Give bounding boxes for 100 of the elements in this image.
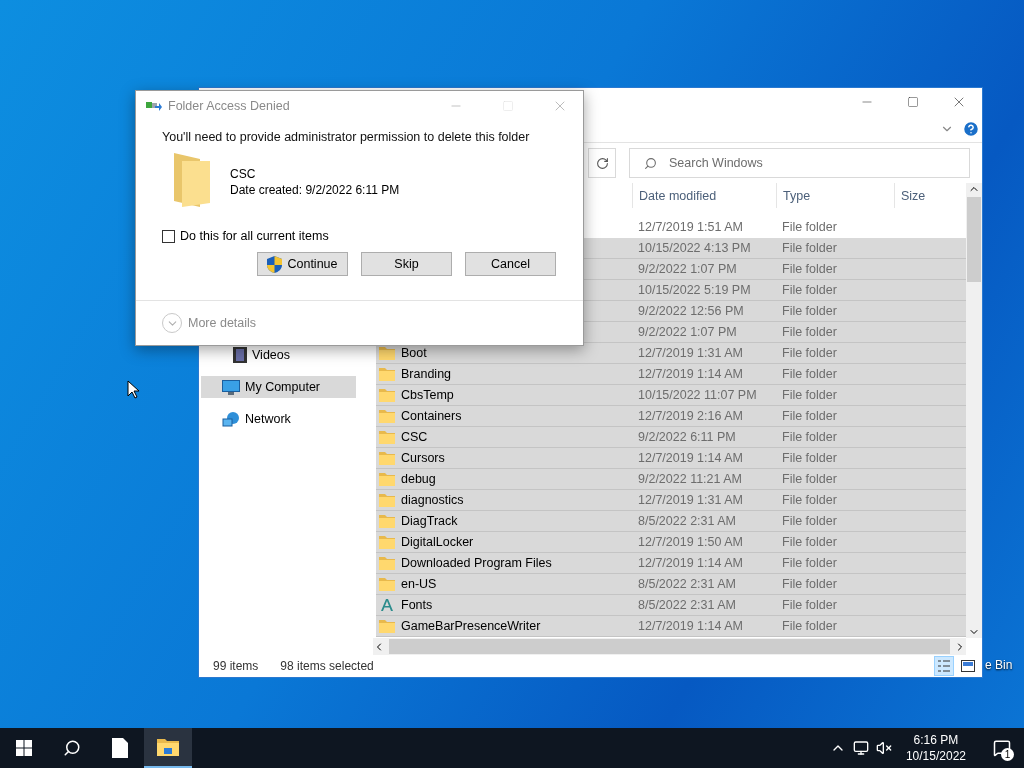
cursor-icon [127, 380, 139, 399]
file-row[interactable]: Containers 12/7/2019 2:16 AM File folder [376, 406, 966, 427]
type-cell-text: File folder [782, 241, 838, 255]
dialog-button[interactable]: Cancel [465, 252, 556, 276]
file-row[interactable]: debug 9/2/2022 11:21 AM File folder [376, 469, 966, 490]
horizontal-scrollbar[interactable] [373, 638, 966, 655]
type-cell-text: File folder [782, 514, 838, 528]
file-row[interactable]: GameBarPresenceWriter 12/7/2019 1:14 AM File folder [376, 616, 966, 637]
type-cell-text: File folder [782, 493, 838, 507]
notification-count: 1 [1001, 748, 1014, 761]
help-icon[interactable] [962, 120, 980, 138]
vertical-scrollbar[interactable] [966, 183, 982, 638]
folder-icon [379, 346, 395, 360]
file-row[interactable]: en-US 8/5/2022 2:31 AM File folder [376, 574, 966, 595]
file-row[interactable]: DiagTrack 8/5/2022 2:31 AM File folder [376, 511, 966, 532]
date-cell-text: 10/15/2022 5:19 PM [638, 283, 752, 297]
type-cell-text: File folder [782, 262, 838, 276]
file-name: Branding [401, 367, 452, 381]
file-name: Fonts [401, 598, 433, 612]
file-name: DigitalLocker [401, 535, 474, 549]
refresh-icon [595, 156, 609, 170]
type-cell-text: File folder [782, 619, 838, 633]
type-cell-text: File folder [782, 556, 838, 570]
file-row[interactable]: Downloaded Program Files 12/7/2019 1:14 AM File folder [376, 553, 966, 574]
selection-count: 98 items selected [280, 659, 374, 673]
file-row[interactable]: DigitalLocker 12/7/2019 1:50 AM File folder [376, 532, 966, 553]
date-cell-text: 9/2/2022 6:11 PM [638, 430, 737, 444]
folder-icon [379, 514, 395, 528]
refresh-button[interactable] [588, 148, 616, 178]
folder-icon [379, 472, 395, 486]
nav-item[interactable]: My Computer [201, 376, 356, 398]
file-name: Boot [401, 346, 427, 360]
date-cell-text: 9/2/2022 1:07 PM [638, 325, 738, 339]
dialog-button[interactable]: Skip [361, 252, 452, 276]
file-row[interactable]: Branding 12/7/2019 1:14 AM File folder [376, 364, 966, 385]
file-row[interactable]: CSC 9/2/2022 6:11 PM File folder [376, 427, 966, 448]
type-cell-text: File folder [782, 577, 838, 591]
dialog-button[interactable]: Continue [257, 252, 348, 276]
type-cell-text: File folder [782, 451, 838, 465]
file-name: diagnostics [401, 493, 464, 507]
dialog-title: Folder Access Denied [168, 99, 291, 113]
file-explorer-taskbar-icon[interactable] [144, 728, 192, 768]
folder-icon [379, 619, 395, 633]
date-cell-text: 12/7/2019 1:14 AM [638, 367, 744, 381]
file-name: GameBarPresenceWriter [401, 619, 541, 633]
date-cell-text: 12/7/2019 1:51 AM [638, 220, 744, 234]
file-name: DiagTrack [401, 514, 458, 528]
scrollbar-thumb[interactable] [967, 197, 981, 282]
date-cell-text: 12/7/2019 1:14 AM [638, 556, 744, 570]
file-row[interactable]: Fonts 8/5/2022 2:31 AM File folder [376, 595, 966, 616]
file-row[interactable]: CbsTemp 10/15/2022 11:07 PM File folder [376, 385, 966, 406]
scrollbar-thumb[interactable] [389, 639, 950, 654]
type-cell-text: File folder [782, 346, 838, 360]
type-cell-text: File folder [782, 325, 838, 339]
type-cell-text: File folder [782, 220, 838, 234]
date-cell-text: 8/5/2022 2:31 AM [638, 577, 737, 591]
folder-icon [379, 409, 395, 423]
file-row[interactable]: Boot 12/7/2019 1:31 AM File folder [376, 343, 966, 364]
nav-label: Network [245, 412, 291, 426]
date-cell-text: 12/7/2019 2:16 AM [638, 409, 744, 423]
font-icon [379, 598, 395, 612]
file-row[interactable]: Cursors 12/7/2019 1:14 AM File folder [376, 448, 966, 469]
file-name: Downloaded Program Files [401, 556, 552, 570]
checkbox[interactable] [162, 229, 175, 243]
date-cell-text: 8/5/2022 2:31 AM [638, 514, 737, 528]
windows-logo-icon [16, 740, 32, 756]
nav-label: Videos [252, 348, 290, 362]
folder-icon [172, 151, 212, 209]
notifications-button[interactable]: 1 [980, 728, 1024, 768]
type-cell-text: File folder [782, 367, 838, 381]
clock[interactable]: 6:16 PM 10/15/2022 [895, 732, 980, 764]
search-icon [63, 739, 81, 757]
type-cell-text: File folder [782, 409, 838, 423]
date: 10/15/2022 [905, 748, 966, 764]
column-header[interactable]: Date modified [632, 183, 776, 208]
monitor-icon [222, 379, 240, 395]
time: 6:16 PM [913, 732, 959, 748]
more-details-link[interactable]: More details [188, 316, 257, 330]
dialog-message: You'll need to provide administrator permission to delete this folder [162, 130, 531, 144]
folder-icon [379, 451, 395, 465]
nav-label: My Computer [245, 380, 321, 394]
shield-icon [267, 255, 283, 273]
date-cell-text: 12/7/2019 1:50 AM [638, 535, 744, 549]
date-cell-text: 9/2/2022 12:56 PM [638, 304, 745, 318]
date-cell-text: 12/7/2019 1:31 AM [638, 346, 744, 360]
folder-icon [379, 388, 395, 402]
file-name: CbsTemp [401, 388, 454, 402]
date-cell-text: 8/5/2022 2:31 AM [638, 598, 737, 612]
nav-item[interactable]: Videos [201, 344, 356, 366]
column-header[interactable]: Type [776, 183, 894, 208]
search-field[interactable]: Search Windows [629, 148, 970, 178]
type-cell-text: File folder [782, 388, 838, 402]
checkbox-label: Do this for all current items [180, 229, 329, 243]
date-cell-text: 9/2/2022 11:21 AM [638, 472, 744, 486]
file-row[interactable]: diagnostics 12/7/2019 1:31 AM File folder [376, 490, 966, 511]
maximize-icon[interactable] [907, 96, 919, 108]
folder-icon [379, 577, 395, 591]
search-icon [644, 156, 657, 170]
desktop-icon-label[interactable]: e Bin [985, 658, 1013, 672]
nav-item[interactable]: Network [201, 408, 356, 430]
